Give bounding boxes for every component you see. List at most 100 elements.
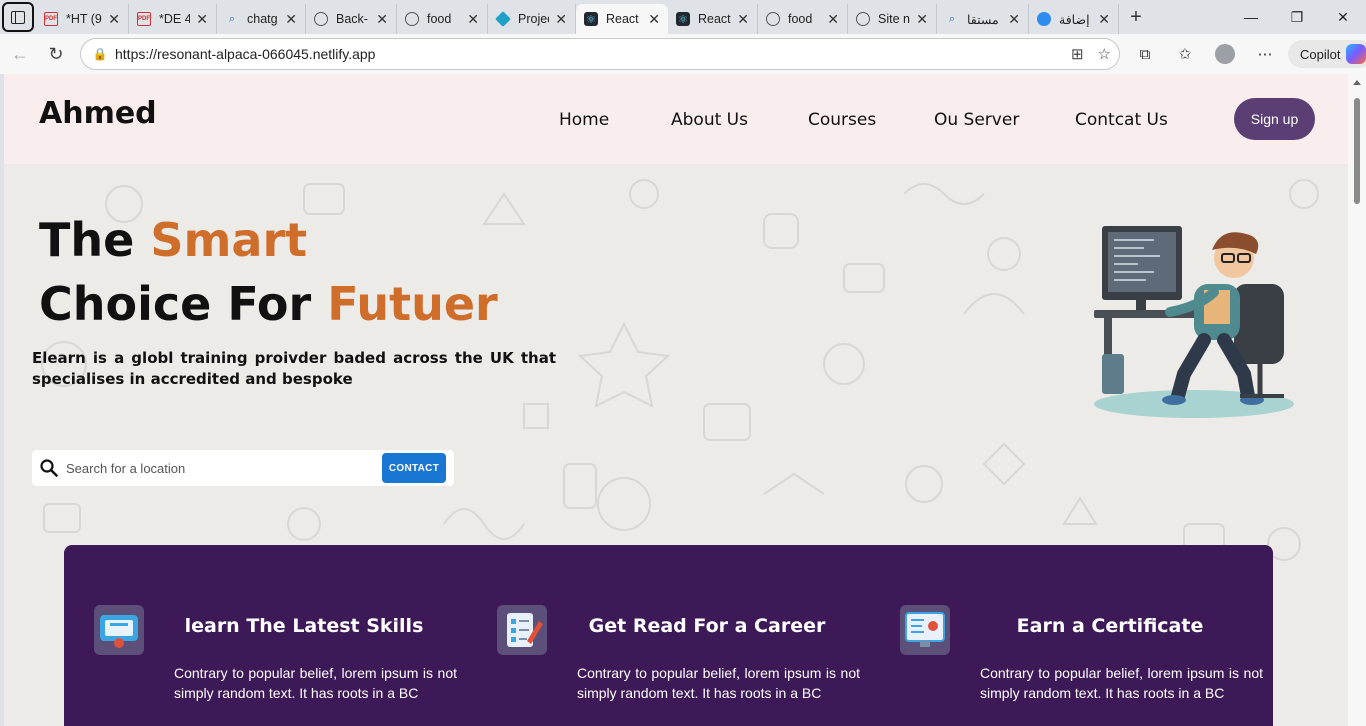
checklist-pen-icon xyxy=(497,605,547,655)
browser-tab[interactable]: ⌕ مستقا ✕ xyxy=(937,4,1029,34)
new-tab-button[interactable]: + xyxy=(1119,6,1153,29)
feature-text: Contrary to popular belief, lorem ipsum … xyxy=(577,665,860,701)
nav-link-our-server[interactable]: Ou Server xyxy=(934,110,1019,130)
minimize-icon[interactable]: — xyxy=(1228,0,1274,34)
back-arrow-icon[interactable]: ← xyxy=(2,38,38,70)
close-icon[interactable]: ✕ xyxy=(285,11,297,28)
features-panel: learn The Latest Skills Contrary to popu… xyxy=(64,545,1273,726)
tab-title: Projec xyxy=(518,12,549,26)
restore-icon[interactable]: ❐ xyxy=(1274,0,1320,34)
close-icon[interactable]: ✕ xyxy=(108,11,120,28)
avatar xyxy=(1215,44,1235,64)
page-scrollbar[interactable] xyxy=(1348,74,1366,726)
online-certificate-icon xyxy=(900,605,950,655)
globe-icon xyxy=(405,12,419,26)
scrollbar-thumb[interactable] xyxy=(1354,98,1360,204)
pdf-icon: PDF xyxy=(44,12,58,26)
browser-tab[interactable]: Back- ✕ xyxy=(306,4,397,34)
favorites-icon[interactable]: ✩ xyxy=(1168,38,1202,70)
hero-title: The Smart Choice For Futuer xyxy=(39,208,498,336)
tab-title: React xyxy=(606,12,639,26)
react-icon: ⚛ xyxy=(676,12,690,26)
project-icon xyxy=(495,11,511,27)
extensions-icon[interactable]: ⧉ xyxy=(1128,38,1162,70)
close-icon[interactable]: ✕ xyxy=(196,11,208,28)
copilot-icon xyxy=(1346,44,1366,64)
developer-illustration xyxy=(1094,226,1294,418)
nav-link-about[interactable]: About Us xyxy=(671,110,748,130)
close-icon[interactable]: ✕ xyxy=(737,11,749,28)
tab-title: food xyxy=(427,12,452,26)
close-icon[interactable]: ✕ xyxy=(1008,11,1020,28)
globe-icon xyxy=(856,12,870,26)
page-viewport: Ahmed Home About Us Courses Ou Server Co… xyxy=(4,74,1348,726)
browser-tab-active[interactable]: ⚛ React ✕ xyxy=(576,4,668,34)
browser-tab[interactable]: Projec ✕ xyxy=(488,4,576,34)
search-input[interactable] xyxy=(66,460,376,476)
search-icon xyxy=(32,459,66,477)
contact-button[interactable]: CONTACT xyxy=(382,453,446,483)
browser-tab[interactable]: Site n ✕ xyxy=(848,4,937,34)
feature-title: Get Read For a Career xyxy=(588,615,826,637)
globe-icon xyxy=(766,12,780,26)
close-icon[interactable]: ✕ xyxy=(467,11,479,28)
browser-tab[interactable]: ⌕ chatg ✕ xyxy=(217,4,306,34)
search-icon: ⌕ xyxy=(228,12,236,25)
tab-title: chatg xyxy=(247,12,278,26)
close-icon[interactable]: ✕ xyxy=(555,11,567,28)
browser-tab[interactable]: PDF *HT (9 ✕ xyxy=(36,4,129,34)
url-text[interactable]: https://resonant-alpaca-066045.netlify.a… xyxy=(115,46,375,62)
scroll-up-arrow-icon[interactable] xyxy=(1353,80,1361,85)
tab-title: إضافة xyxy=(1059,12,1090,27)
copilot-label: Copilot xyxy=(1300,46,1341,62)
tab-title: Site n xyxy=(878,12,910,26)
signup-button[interactable]: Sign up xyxy=(1234,98,1315,140)
tab-title: React xyxy=(698,12,731,26)
app-available-icon[interactable]: ⊞ xyxy=(1071,45,1084,63)
refresh-icon[interactable]: ↻ xyxy=(38,38,74,70)
search-icon: ⌕ xyxy=(948,12,956,25)
edge-addon-icon xyxy=(1037,12,1051,26)
nav-link-courses[interactable]: Courses xyxy=(808,110,876,130)
close-icon[interactable]: ✕ xyxy=(376,11,388,28)
vertical-tabs-icon xyxy=(2,2,34,32)
browser-tab[interactable]: food ✕ xyxy=(758,4,848,34)
address-bar[interactable]: 🔒 https://resonant-alpaca-066045.netlify… xyxy=(80,38,1120,70)
hero-description: Elearn is a globl training proivder bade… xyxy=(32,349,556,388)
profile-avatar[interactable] xyxy=(1208,38,1242,70)
site-info-icon[interactable]: 🔒 xyxy=(85,47,115,61)
browser-toolbar: ← ↻ 🔒 https://resonant-alpaca-066045.net… xyxy=(0,34,1366,74)
more-menu-icon[interactable]: ⋯ xyxy=(1248,38,1282,70)
nav-link-contact[interactable]: Contcat Us xyxy=(1075,110,1168,130)
window-controls: — ❐ ✕ xyxy=(1228,0,1366,34)
close-icon[interactable]: ✕ xyxy=(1098,11,1110,28)
site-navbar: Ahmed Home About Us Courses Ou Server Co… xyxy=(4,74,1348,164)
close-window-icon[interactable]: ✕ xyxy=(1320,0,1366,34)
feature-text: Contrary to popular belief, lorem ipsum … xyxy=(980,665,1263,701)
tab-title: food xyxy=(788,12,813,26)
hero-title-accent1: Smart xyxy=(150,213,308,267)
hero-title-line2: Choice For xyxy=(39,277,328,331)
favorite-star-icon[interactable]: ☆ xyxy=(1098,45,1111,63)
certificate-display-icon xyxy=(94,605,144,655)
hero-title-line1: The xyxy=(39,213,151,267)
brand-logo[interactable]: Ahmed xyxy=(39,96,157,131)
browser-tab-strip: PDF *HT (9 ✕ PDF *DE 4. ✕ ⌕ chatg ✕ Back… xyxy=(0,0,1366,34)
feature-text: Contrary to popular belief, lorem ipsum … xyxy=(174,665,457,701)
tab-title: *DE 4. xyxy=(159,12,190,26)
close-icon[interactable]: ✕ xyxy=(916,11,928,28)
tab-title: مستقا xyxy=(967,12,999,27)
close-icon[interactable]: ✕ xyxy=(648,11,660,28)
tab-title: *HT (9 xyxy=(66,12,102,26)
browser-tab[interactable]: ⚛ React ✕ xyxy=(668,4,758,34)
browser-tab[interactable]: food ✕ xyxy=(397,4,488,34)
browser-tab[interactable]: إضافة ✕ xyxy=(1029,4,1119,34)
close-icon[interactable]: ✕ xyxy=(827,11,839,28)
tab-actions-button[interactable] xyxy=(0,0,36,34)
hero-title-accent2: Futuer xyxy=(327,277,498,331)
feature-title: Earn a Certificate xyxy=(1016,615,1204,637)
feature-title: learn The Latest Skills xyxy=(184,615,424,637)
browser-tab[interactable]: PDF *DE 4. ✕ xyxy=(129,4,217,34)
copilot-button[interactable]: Copilot xyxy=(1288,40,1366,68)
nav-link-home[interactable]: Home xyxy=(559,110,609,130)
